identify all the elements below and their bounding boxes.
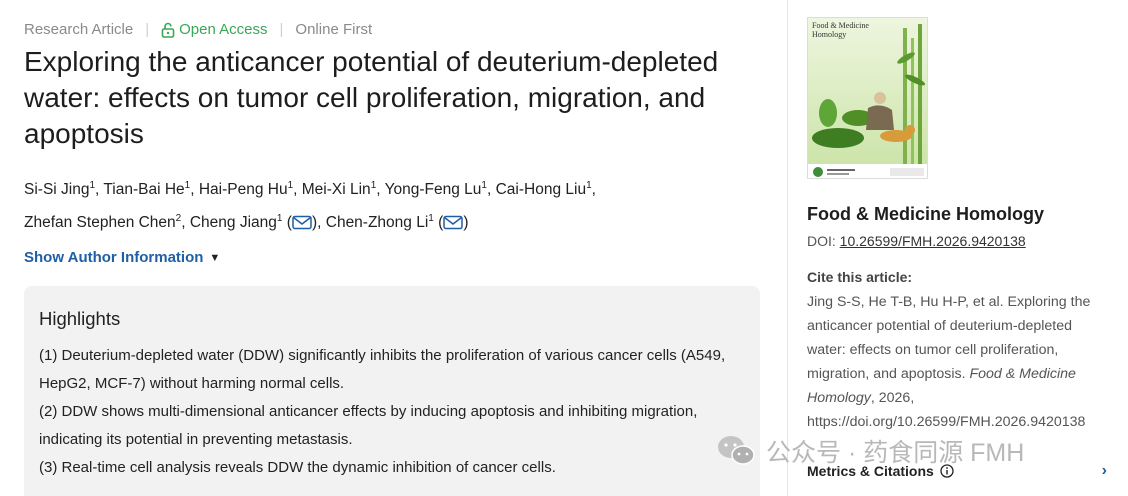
open-access-label: Open Access	[179, 21, 268, 38]
citation-text: Jing S-S, He T-B, Hu H-P, et al. Explori…	[807, 290, 1107, 434]
show-author-info-toggle[interactable]: Show Author Information ▼	[24, 249, 220, 266]
cite-label: Cite this article:	[807, 269, 913, 285]
highlight-item: (2) DDW shows multi-dimensional anticanc…	[39, 403, 698, 448]
author-link[interactable]: Yong-Feng Lu1	[385, 180, 487, 198]
author-link[interactable]: Chen-Zhong Li1	[326, 213, 434, 231]
author-link[interactable]: Cai-Hong Liu1	[496, 180, 592, 198]
info-icon[interactable]	[940, 464, 954, 478]
metrics-label: Metrics & Citations	[807, 463, 934, 479]
article-meta: Research Article | Open Access | Online …	[24, 21, 372, 38]
doi-label: DOI:	[807, 233, 840, 249]
author-link[interactable]: Hai-Peng Hu1	[199, 180, 293, 198]
mail-icon[interactable]	[443, 215, 464, 230]
cover-illustration	[808, 18, 927, 178]
highlight-item: (3) Real-time cell analysis reveals DDW …	[39, 459, 556, 476]
author-list: Si-Si Jing1, Tian-Bai He1, Hai-Peng Hu1,…	[24, 179, 596, 231]
wechat-icon	[718, 436, 755, 465]
show-author-info-label: Show Author Information	[24, 249, 204, 266]
highlights-heading: Highlights	[39, 308, 121, 329]
article-title: Exploring the anticancer potential of de…	[24, 46, 719, 149]
lock-open-icon	[161, 22, 175, 38]
column-divider	[787, 0, 788, 496]
meta-separator: |	[145, 21, 150, 38]
author-link[interactable]: Tian-Bai He1	[103, 180, 190, 198]
author-link[interactable]: Si-Si Jing1	[24, 180, 95, 198]
highlight-item: (1) Deuterium-depleted water (DDW) signi…	[39, 347, 726, 392]
journal-cover-image[interactable]: Food & Medicine Homology	[807, 17, 928, 179]
highlights-box: Highlights (1) Deuterium-depleted water …	[24, 286, 760, 496]
publication-status: Online First	[295, 21, 373, 38]
author-link[interactable]: Cheng Jiang1	[190, 213, 283, 231]
author-link[interactable]: Mei-Xi Lin1	[302, 180, 376, 198]
cover-title: Food & Medicine Homology	[812, 21, 869, 39]
article-type: Research Article	[24, 21, 134, 38]
chevron-right-icon[interactable]: ›	[1102, 462, 1107, 480]
mail-icon[interactable]	[292, 215, 312, 230]
corresponding-mail-link[interactable]: ()	[287, 214, 317, 231]
author-link[interactable]: Zhefan Stephen Chen2	[24, 213, 181, 231]
metrics-citations-row[interactable]: Metrics & Citations ›	[807, 462, 1107, 480]
journal-name[interactable]: Food & Medicine Homology	[807, 204, 1044, 225]
open-access-badge: Open Access	[161, 21, 268, 38]
meta-separator: |	[279, 21, 284, 38]
doi-line: DOI: 10.26599/FMH.2026.9420138	[807, 233, 1026, 249]
corresponding-mail-link[interactable]: ()	[438, 214, 468, 231]
caret-down-icon: ▼	[209, 251, 221, 264]
doi-link[interactable]: 10.26599/FMH.2026.9420138	[840, 233, 1026, 249]
